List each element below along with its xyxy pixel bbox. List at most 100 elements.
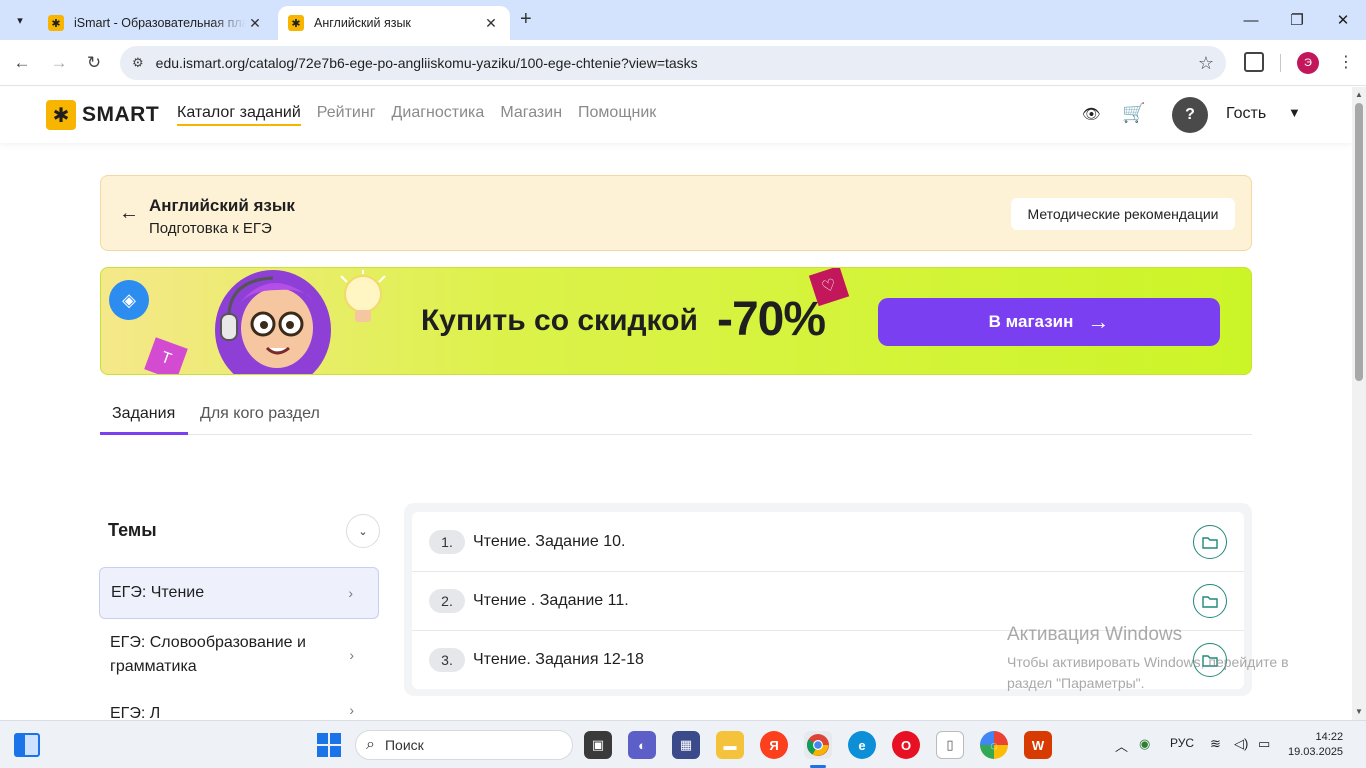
tab-search-chevron-icon[interactable]: ▾ [8, 8, 32, 32]
ismart-favicon-icon: ✱ [48, 15, 64, 31]
topic-label: ЕГЭ: Л [110, 705, 161, 720]
help-button[interactable]: ? [1172, 97, 1208, 133]
user-name[interactable]: Гость [1226, 105, 1266, 123]
go-to-shop-button[interactable]: В магазин → [878, 298, 1220, 346]
topic-item-grammar[interactable]: ЕГЭ: Словообразование и грамматика › [99, 628, 379, 682]
site-header: ✱ SMART Каталог заданий Рейтинг Диагност… [0, 87, 1352, 143]
profile-avatar[interactable]: Э [1297, 52, 1319, 74]
browser-toolbar: ← → ↻ ⚙ edu.ismart.org/catalog/72e7b6-eg… [0, 40, 1366, 86]
chrome-icon[interactable] [804, 731, 832, 759]
promo-girl-illustration [215, 270, 331, 374]
subject-card: ← Английский язык Подготовка к ЕГЭ Метод… [100, 175, 1252, 251]
task-number: 3. [429, 648, 465, 672]
minimize-icon[interactable]: — [1228, 6, 1274, 34]
browser-menu-icon[interactable]: ⋮ [1338, 52, 1354, 72]
nav-shop[interactable]: Магазин [500, 104, 562, 126]
nav-rating[interactable]: Рейтинг [317, 104, 376, 126]
logo-text: SMART [82, 103, 160, 126]
address-bar[interactable]: ⚙ edu.ismart.org/catalog/72e7b6-ege-po-a… [120, 46, 1226, 80]
task-title[interactable]: Чтение. Задание 10. [473, 533, 1193, 551]
url-text[interactable]: edu.ismart.org/catalog/72e7b6-ege-po-ang… [156, 55, 1198, 71]
topic-item-third[interactable]: ЕГЭ: Л › [99, 702, 379, 720]
guidelines-button[interactable]: Методические рекомендации [1011, 198, 1235, 230]
battery-icon[interactable]: ▭ [1258, 736, 1270, 752]
file-explorer-icon[interactable]: ▬ [716, 731, 744, 759]
promo-lightbulb-illustration [340, 270, 386, 322]
taskbar-search[interactable]: ⌕ Поиск [355, 730, 573, 760]
toolbar-divider [1280, 54, 1281, 72]
chevron-right-icon: › [348, 585, 353, 601]
tab-tasks[interactable]: Задания [112, 405, 175, 423]
active-tab-indicator [100, 432, 188, 435]
extensions-icon[interactable] [1244, 52, 1264, 72]
cart-icon[interactable]: 🛒 [1122, 101, 1146, 125]
photos-app-icon[interactable]: ◌ [980, 731, 1008, 759]
new-tab-plus-icon[interactable]: + [520, 8, 532, 31]
restore-icon[interactable]: ❐ [1274, 6, 1320, 34]
clock-time: 14:22 [1315, 731, 1344, 743]
task-view-icon[interactable]: ▣ [584, 731, 612, 759]
close-tab-icon[interactable]: ✕ [246, 15, 264, 32]
start-windows-icon[interactable] [317, 733, 341, 757]
window-close-icon[interactable]: ✕ [1320, 6, 1366, 34]
main-nav: Каталог заданий Рейтинг Диагностика Мага… [177, 104, 656, 126]
scroll-down-arrow-icon[interactable]: ▼ [1355, 707, 1363, 716]
promo-banner[interactable]: ◈ T Купить со скидкой -70% ♡ В магазин → [100, 267, 1252, 375]
browser-tab-title: Английский язык [314, 16, 411, 30]
calendar-app-icon[interactable]: ▦ [672, 731, 700, 759]
go-to-shop-label: В магазин [988, 312, 1074, 331]
task-row[interactable]: 2. Чтение . Задание 11. [412, 571, 1244, 630]
user-menu-chevron-icon[interactable]: ▼ [1288, 105, 1301, 120]
volume-icon[interactable]: ◁) [1234, 736, 1248, 752]
site-info-icon[interactable]: ⚙ [132, 55, 144, 71]
taskbar-clock[interactable]: 14:22 19.03.2025 [1288, 730, 1343, 760]
logo-sun-icon: ✱ [46, 100, 76, 130]
scrollbar-thumb[interactable] [1355, 103, 1363, 381]
scroll-up-arrow-icon[interactable]: ▲ [1355, 90, 1363, 99]
nav-diagnostics[interactable]: Диагностика [392, 104, 485, 126]
windows-taskbar: ⌕ Поиск ▣ ◐ ▦ ▬ Я e O ▯ ◌ W ︿ ◉ РУС ≋ ◁)… [0, 720, 1366, 768]
edge-icon[interactable]: e [848, 731, 876, 759]
tab-audience[interactable]: Для кого раздел [200, 405, 320, 423]
opera-icon[interactable]: O [892, 731, 920, 759]
browser-tab-ismart[interactable]: ✱ iSmart - Образовательная пла ✕ [38, 6, 274, 40]
arrow-right-icon: → [1087, 309, 1110, 334]
watermark-title: Активация Windows [1007, 624, 1183, 645]
tray-app-icon[interactable]: ◉ [1139, 736, 1150, 752]
input-language[interactable]: РУС [1170, 736, 1194, 750]
close-tab-icon[interactable]: ✕ [482, 15, 500, 32]
topic-label: ЕГЭ: Чтение [111, 584, 205, 601]
task-number: 2. [429, 589, 465, 613]
nav-assistant[interactable]: Помощник [578, 104, 656, 126]
topics-heading: Темы [108, 520, 157, 540]
widgets-icon[interactable] [14, 733, 40, 757]
yandex-browser-icon[interactable]: Я [760, 731, 788, 759]
ismart-logo[interactable]: ✱ SMART [46, 100, 159, 130]
nav-catalog[interactable]: Каталог заданий [177, 104, 301, 126]
topics-collapse-chevron-icon[interactable]: ⌄ [346, 514, 380, 548]
task-row[interactable]: 1. Чтение. Задание 10. [412, 512, 1244, 571]
search-icon: ⌕ [366, 736, 375, 753]
wps-office-icon[interactable]: W [1024, 731, 1052, 759]
topic-label: ЕГЭ: Словообразование и грамматика [110, 634, 306, 675]
chevron-right-icon: › [349, 647, 354, 663]
folder-icon[interactable] [1193, 524, 1227, 559]
browser-tabbar: ▾ ✱ iSmart - Образовательная пла ✕ ✱ Анг… [0, 0, 1366, 40]
wifi-icon[interactable]: ≋ [1210, 736, 1221, 752]
teams-chat-icon[interactable]: ◐ [628, 731, 656, 759]
topic-item-reading[interactable]: ЕГЭ: Чтение › [99, 567, 379, 619]
folder-icon[interactable] [1193, 584, 1227, 618]
back-arrow-icon[interactable]: ← [119, 202, 139, 225]
back-arrow-icon[interactable]: ← [9, 50, 35, 76]
blank-file-icon[interactable]: ▯ [936, 731, 964, 759]
page-tabs: Задания Для кого раздел [100, 395, 1252, 435]
promo-pink-badge-icon: T [144, 337, 188, 374]
subject-subtitle: Подготовка к ЕГЭ [149, 220, 272, 237]
forward-arrow-icon[interactable]: → [46, 50, 72, 76]
reload-icon[interactable]: ↻ [81, 50, 107, 76]
tray-chevron-up-icon[interactable]: ︿ [1115, 736, 1128, 755]
bookmark-star-icon[interactable]: ☆ [1198, 53, 1214, 74]
accessibility-eye-icon[interactable]: 👁 [1082, 105, 1101, 123]
task-title[interactable]: Чтение . Задание 11. [473, 592, 1193, 610]
browser-tab-english[interactable]: ✱ Английский язык ✕ [278, 6, 510, 40]
